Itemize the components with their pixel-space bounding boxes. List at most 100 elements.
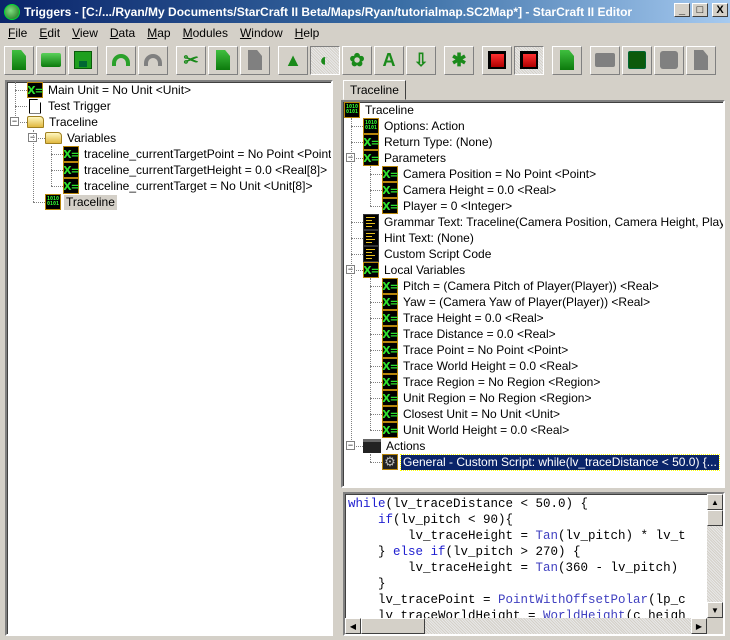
tree-connector bbox=[351, 126, 363, 127]
right-tree-item[interactable]: X= Trace Point = No Point <Point> bbox=[382, 342, 570, 358]
tree-connector bbox=[33, 202, 45, 203]
right-tree-item[interactable]: X= Return Type: (None) bbox=[363, 134, 495, 150]
import-module-button[interactable]: ⇩ bbox=[406, 45, 436, 75]
left-tree-item[interactable]: X= traceline_currentTargetPoint = No Poin… bbox=[63, 146, 331, 162]
tab-traceline[interactable]: Traceline bbox=[343, 80, 406, 100]
new-variable-button[interactable] bbox=[622, 45, 652, 75]
tree-item-label: Unit Region = No Region <Region> bbox=[403, 390, 592, 405]
data-module-button[interactable]: ✿ bbox=[342, 45, 372, 75]
copy-icon bbox=[216, 50, 230, 70]
paste-icon bbox=[248, 50, 262, 70]
left-tree-item[interactable]: X= Main Unit = No Unit <Unit> bbox=[27, 82, 193, 98]
menu-file[interactable]: File bbox=[2, 26, 33, 40]
custom-script-editor[interactable]: while(lv_traceDistance < 50.0) { if(lv_p… bbox=[343, 492, 725, 636]
right-tree-item[interactable]: Grammar Text: Traceline(Camera Position,… bbox=[363, 214, 723, 230]
test-pressed-button[interactable] bbox=[514, 45, 544, 75]
right-tree-item[interactable]: Actions bbox=[363, 438, 427, 454]
right-tree-item[interactable]: X= Trace Region = No Region <Region> bbox=[382, 374, 602, 390]
right-tree-item[interactable]: X= Pitch = (Camera Pitch of Player(Player… bbox=[382, 278, 661, 294]
collapse-toggle[interactable]: − bbox=[10, 117, 19, 126]
menu-map[interactable]: Map bbox=[141, 26, 176, 40]
scroll-right-button[interactable]: ▶ bbox=[691, 618, 707, 634]
right-tree-item[interactable]: X= Unit World Height = 0.0 <Real> bbox=[382, 422, 571, 438]
right-tree-item[interactable]: X= Parameters bbox=[363, 150, 448, 166]
undo-button[interactable] bbox=[106, 45, 136, 75]
right-tree-item[interactable]: X= Trace Distance = 0.0 <Real> bbox=[382, 326, 558, 342]
unit-module-button[interactable]: ✱ bbox=[444, 45, 474, 75]
menu-modules[interactable]: Modules bbox=[177, 26, 234, 40]
left-tree-item[interactable]: Traceline bbox=[27, 114, 100, 130]
right-tree-item[interactable]: X= Player = 0 <Integer> bbox=[382, 198, 514, 214]
right-tree-item[interactable]: X= Camera Position = No Point <Point> bbox=[382, 166, 598, 182]
tree-connector bbox=[51, 170, 63, 171]
left-tree-item[interactable]: Variables bbox=[45, 130, 118, 146]
minimize-button[interactable]: _ bbox=[674, 3, 690, 17]
right-tree-item[interactable]: 1010 0101 Options: Action bbox=[363, 118, 467, 134]
test-button[interactable] bbox=[482, 45, 512, 75]
code-function: Tan bbox=[535, 561, 559, 575]
variable-icon: X= bbox=[63, 178, 80, 194]
right-tree-item[interactable]: X= Unit Region = No Region <Region> bbox=[382, 390, 593, 406]
new-folder-button[interactable] bbox=[590, 45, 620, 75]
open-button[interactable] bbox=[36, 45, 66, 75]
right-tree-item[interactable]: Hint Text: (None) bbox=[363, 230, 476, 246]
menu-view[interactable]: View bbox=[66, 26, 104, 40]
vertical-scroll-thumb[interactable] bbox=[707, 510, 723, 526]
close-button[interactable]: X bbox=[712, 3, 728, 17]
menu-edit[interactable]: Edit bbox=[33, 26, 66, 40]
menu-help[interactable]: Help bbox=[289, 26, 326, 40]
menu-window[interactable]: Window bbox=[234, 26, 289, 40]
tree-item-label: Local Variables bbox=[384, 262, 466, 277]
vertical-scrollbar[interactable]: ▲ ▼ bbox=[707, 494, 723, 618]
right-tree-item[interactable]: X= Closest Unit = No Unit <Unit> bbox=[382, 406, 562, 422]
right-tree-item[interactable]: X= Camera Height = 0.0 <Real> bbox=[382, 182, 558, 198]
tree-item-label: Hint Text: (None) bbox=[384, 230, 474, 245]
menu-bar: File Edit View Data Map Modules Window Help bbox=[0, 23, 730, 42]
paste-button[interactable] bbox=[240, 45, 270, 75]
scroll-down-button[interactable]: ▼ bbox=[707, 602, 723, 618]
left-tree-item[interactable]: X= traceline_currentTarget = No Unit <Uni… bbox=[63, 178, 314, 194]
right-tree-item[interactable]: ⚙ General - Custom Script: while(lv_trace… bbox=[382, 453, 720, 471]
left-tree-item[interactable]: X= traceline_currentTargetHeight = 0.0 <R… bbox=[63, 162, 329, 178]
new-trigger-button[interactable] bbox=[552, 45, 582, 75]
right-tree-item[interactable]: X= Trace Height = 0.0 <Real> bbox=[382, 310, 546, 326]
menu-data[interactable]: Data bbox=[104, 26, 141, 40]
tree-connector bbox=[51, 154, 63, 155]
tree-connector bbox=[370, 302, 382, 303]
horizontal-scrollbar[interactable]: ◀ ▶ bbox=[345, 618, 707, 634]
collapse-toggle[interactable]: − bbox=[346, 441, 355, 450]
more-button[interactable] bbox=[686, 45, 716, 75]
terrain-module-button[interactable]: ▲ bbox=[278, 45, 308, 75]
disabled-button[interactable] bbox=[654, 45, 684, 75]
tree-connector bbox=[370, 454, 371, 462]
maximize-button[interactable]: □ bbox=[692, 3, 708, 17]
cut-button[interactable]: ✂ bbox=[176, 45, 206, 75]
scroll-up-button[interactable]: ▲ bbox=[707, 494, 723, 510]
right-tree-item[interactable]: X= Yaw = (Camera Yaw of Player(Player)) <… bbox=[382, 294, 652, 310]
copy-button[interactable] bbox=[208, 45, 238, 75]
left-tree-item[interactable]: 1010 0101 Traceline bbox=[45, 194, 117, 210]
horizontal-scroll-thumb[interactable] bbox=[361, 618, 425, 634]
function-detail-tree[interactable]: 1010 0101 Traceline 1010 0101 Options: Action… bbox=[341, 100, 725, 488]
trigger-module-button[interactable]: ◐ bbox=[310, 45, 340, 75]
script-code[interactable]: while(lv_traceDistance < 50.0) { if(lv_p… bbox=[348, 496, 686, 624]
redo-button[interactable] bbox=[138, 45, 168, 75]
left-tree-item[interactable]: Test Trigger bbox=[27, 98, 113, 114]
right-tree-item[interactable]: Custom Script Code bbox=[363, 246, 493, 262]
text-module-button[interactable]: A bbox=[374, 45, 404, 75]
menu-label-rest: dit bbox=[47, 25, 61, 40]
right-tree-item[interactable]: X= Local Variables bbox=[363, 262, 467, 278]
trigger-list-tree[interactable]: X= Main Unit = No Unit <Unit> Test Trigger… bbox=[5, 80, 333, 636]
text-icon: A bbox=[382, 50, 396, 70]
code-line: if(lv_pitch < 90){ bbox=[348, 512, 686, 528]
right-tree-item[interactable]: 1010 0101 Traceline bbox=[344, 102, 416, 118]
right-tree-item[interactable]: X= Trace World Height = 0.0 <Real> bbox=[382, 358, 580, 374]
scroll-left-button[interactable]: ◀ bbox=[345, 618, 361, 634]
variable-icon: X= bbox=[382, 358, 399, 374]
code-text: lv_traceHeight = bbox=[348, 561, 536, 575]
toolbar: ✂ ▲ ◐ ✿ A ⇩ ✱ bbox=[0, 44, 730, 76]
new-button[interactable] bbox=[4, 45, 34, 75]
tree-connector bbox=[370, 206, 382, 207]
save-button[interactable] bbox=[68, 45, 98, 75]
function-icon: 1010 0101 bbox=[363, 118, 379, 134]
